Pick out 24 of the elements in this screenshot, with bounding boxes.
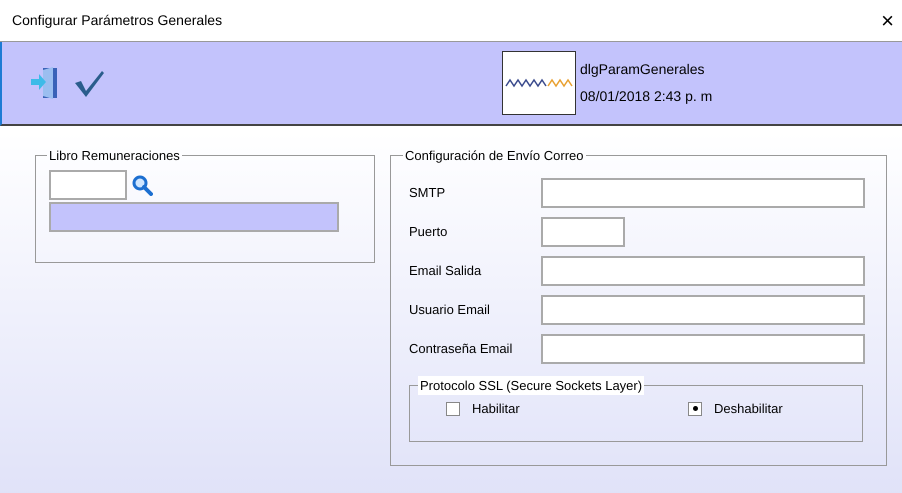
text-field[interactable] [541, 334, 865, 364]
form-name: dlgParamGenerales [580, 60, 706, 79]
field-label: Usuario Email [409, 300, 491, 319]
radio-label: Deshabilitar [714, 400, 783, 418]
field-label: Email Salida [409, 262, 482, 280]
text-field[interactable] [541, 178, 865, 208]
search-icon [131, 174, 153, 196]
text-field[interactable] [541, 216, 625, 246]
close-button[interactable]: × [877, 10, 898, 32]
field-label: Contraseña Email [409, 340, 514, 358]
field-label: SMTP [409, 184, 446, 202]
radio-button[interactable] [446, 402, 460, 416]
group-legend: Libro Remuneraciones [47, 146, 182, 166]
text-field[interactable] [541, 256, 865, 286]
group-legend: Protocolo SSL (Secure Sockets Layer) [418, 376, 644, 395]
timestamp: 08/01/2018 2:43 p. m [580, 87, 712, 106]
field-label: Puerto [409, 222, 448, 241]
code-field[interactable] [49, 170, 127, 200]
radio-label: Habilitar [472, 400, 520, 418]
logo-icon [502, 51, 576, 115]
radio-button[interactable] [688, 402, 702, 416]
window-title: Configurar Parámetros Generales [12, 11, 222, 30]
group-legend: Configuración de Envío Correo [403, 146, 586, 166]
text-field[interactable] [541, 294, 865, 324]
